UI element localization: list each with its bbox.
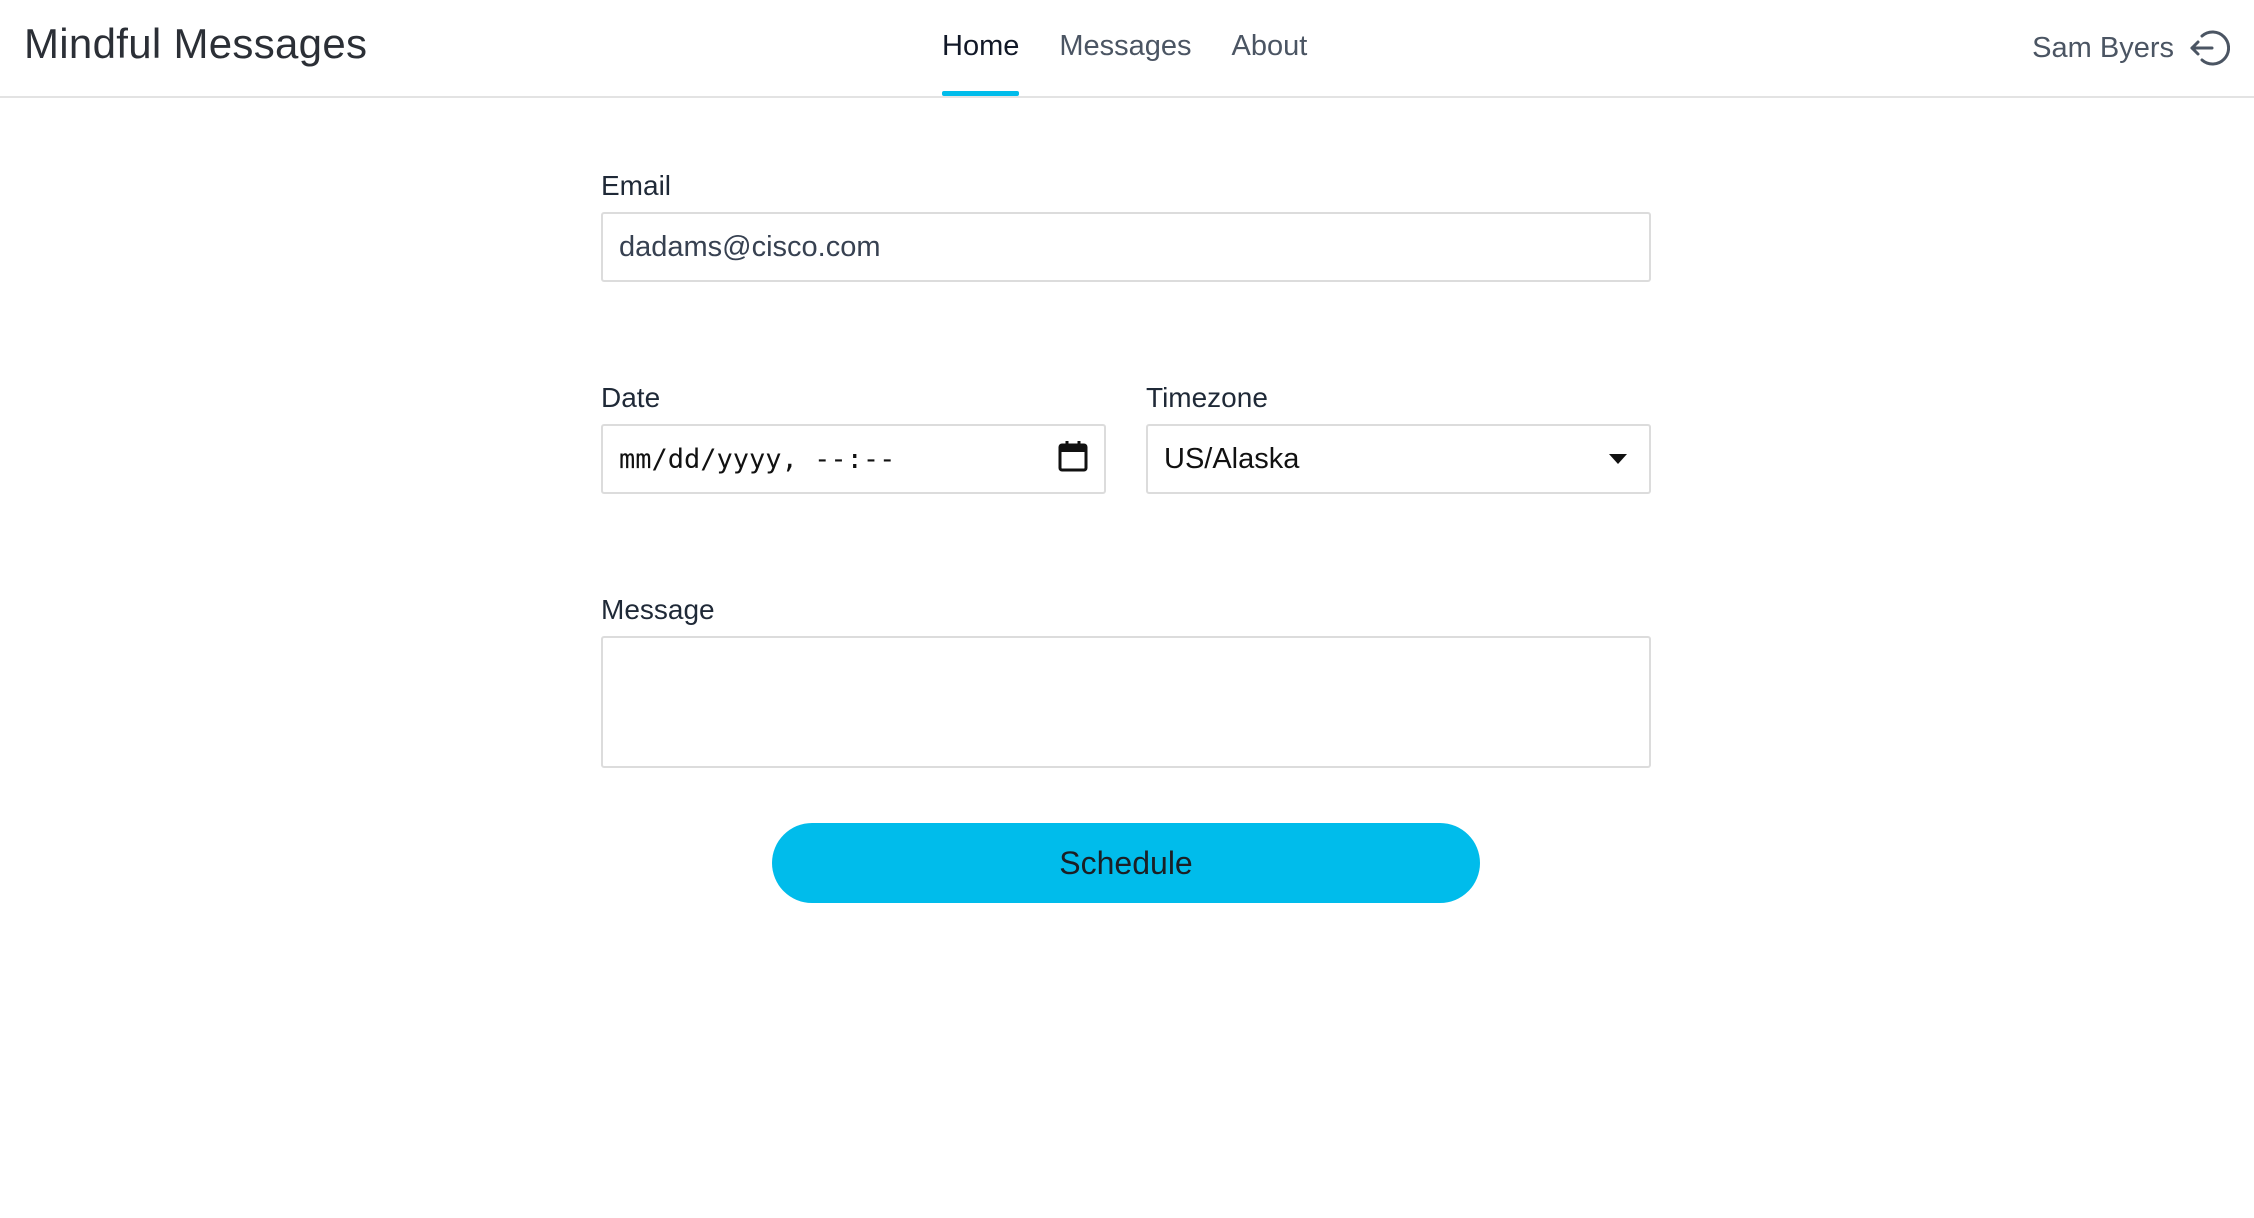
schedule-form: Email dadams@cisco.com Date mm/dd/yyyy, … [601,166,1651,768]
schedule-button[interactable]: Schedule [772,823,1480,903]
date-timezone-row: Date mm/dd/yyyy, --:-- Timezone US/Alask… [601,378,1651,494]
calendar-icon[interactable] [1058,440,1088,479]
date-field[interactable]: mm/dd/yyyy, --:-- [601,424,1106,494]
email-label: Email [601,170,672,201]
timezone-label: Timezone [1146,382,1268,413]
top-bar: Mindful Messages Home Messages About Sam… [0,0,2254,98]
message-label: Message [601,594,715,625]
nav-about[interactable]: About [1232,0,1308,96]
date-placeholder: mm/dd/yyyy, --:-- [619,443,896,475]
logout-icon[interactable] [2188,27,2231,69]
email-field[interactable]: dadams@cisco.com [601,212,1651,282]
app-title: Mindful Messages [24,20,368,67]
message-textarea[interactable] [601,636,1651,768]
date-label: Date [601,382,661,413]
email-value: dadams@cisco.com [619,230,881,263]
nav-home[interactable]: Home [942,0,1020,96]
timezone-value: US/Alaska [1164,442,1300,475]
user-name: Sam Byers [2032,31,2174,64]
timezone-select[interactable]: US/Alaska [1146,424,1651,494]
caret-down-icon [1609,454,1627,464]
user-area: Sam Byers [2032,24,2231,72]
date-group: Date mm/dd/yyyy, --:-- [601,378,1106,494]
main-nav: Home Messages About [942,0,1307,98]
nav-messages[interactable]: Messages [1059,0,1191,96]
message-group: Message [601,590,1651,768]
timezone-group: Timezone US/Alaska [1146,378,1651,494]
